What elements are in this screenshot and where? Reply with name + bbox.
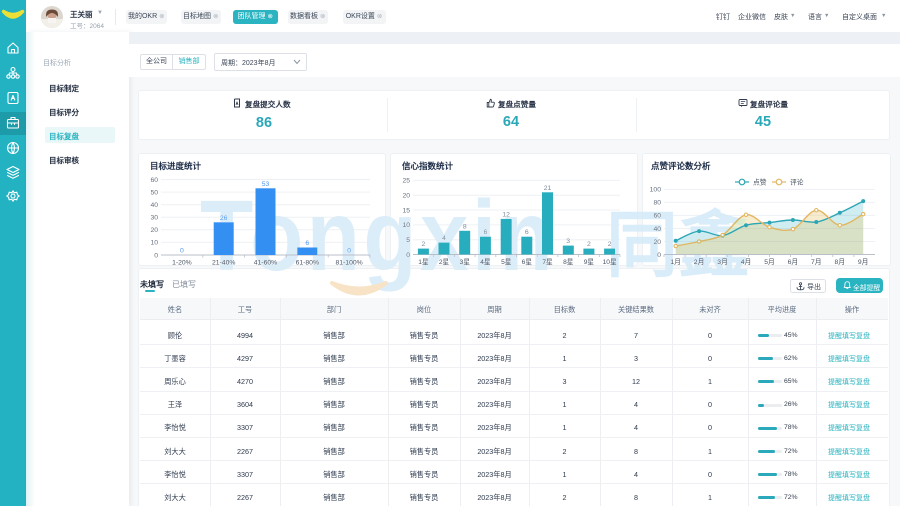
svg-text:25: 25 xyxy=(402,178,410,185)
svg-text:53: 53 xyxy=(262,181,270,188)
svg-text:9星: 9星 xyxy=(584,258,595,266)
svg-text:10星: 10星 xyxy=(603,258,617,266)
svg-text:26: 26 xyxy=(220,215,228,222)
svg-text:8: 8 xyxy=(463,223,467,230)
svg-text:20: 20 xyxy=(402,193,410,200)
svg-text:2: 2 xyxy=(422,241,426,248)
svg-text:4: 4 xyxy=(442,235,446,242)
svg-text:60: 60 xyxy=(653,213,661,220)
svg-text:2星: 2星 xyxy=(439,258,450,266)
svg-text:8月: 8月 xyxy=(835,258,846,266)
svg-text:61-80%: 61-80% xyxy=(296,260,319,267)
svg-text:100: 100 xyxy=(650,187,662,194)
svg-text:6月: 6月 xyxy=(788,258,799,266)
svg-text:12: 12 xyxy=(502,211,510,218)
svg-text:5: 5 xyxy=(406,237,410,244)
svg-text:0: 0 xyxy=(657,252,661,259)
svg-text:7星: 7星 xyxy=(542,258,553,266)
svg-text:20: 20 xyxy=(150,227,158,234)
svg-text:21-40%: 21-40% xyxy=(212,260,235,267)
svg-text:9月: 9月 xyxy=(858,258,869,266)
svg-text:6: 6 xyxy=(484,229,488,236)
svg-text:21: 21 xyxy=(544,185,552,192)
svg-text:7月: 7月 xyxy=(811,258,822,266)
svg-text:1星: 1星 xyxy=(418,258,429,266)
svg-text:1月: 1月 xyxy=(670,258,681,266)
svg-text:30: 30 xyxy=(150,215,158,222)
svg-text:5星: 5星 xyxy=(501,258,512,266)
svg-text:6: 6 xyxy=(305,240,309,247)
svg-text:40: 40 xyxy=(150,202,158,209)
svg-text:60: 60 xyxy=(150,177,158,184)
svg-text:3: 3 xyxy=(566,238,570,245)
svg-text:10: 10 xyxy=(150,240,158,247)
svg-text:80: 80 xyxy=(653,200,661,207)
svg-text:3月: 3月 xyxy=(717,258,728,266)
svg-text:6星: 6星 xyxy=(522,258,533,266)
svg-text:1-20%: 1-20% xyxy=(172,260,192,267)
svg-text:15: 15 xyxy=(402,207,410,214)
svg-text:2: 2 xyxy=(608,241,612,248)
svg-text:2月: 2月 xyxy=(694,258,705,266)
svg-text:10: 10 xyxy=(402,222,410,229)
svg-text:0: 0 xyxy=(406,252,410,259)
svg-text:评论: 评论 xyxy=(790,178,804,187)
svg-text:4星: 4星 xyxy=(480,258,491,266)
svg-text:0: 0 xyxy=(180,248,184,255)
svg-text:3星: 3星 xyxy=(460,258,471,266)
svg-text:8星: 8星 xyxy=(563,258,574,266)
svg-text:0: 0 xyxy=(347,248,351,255)
svg-text:点赞: 点赞 xyxy=(753,178,767,187)
svg-text:6: 6 xyxy=(525,229,529,236)
svg-text:2: 2 xyxy=(587,241,591,248)
svg-text:4月: 4月 xyxy=(741,258,752,266)
svg-text:40: 40 xyxy=(653,226,661,233)
svg-text:50: 50 xyxy=(150,189,158,196)
svg-text:41-60%: 41-60% xyxy=(254,260,277,267)
svg-text:81-100%: 81-100% xyxy=(335,260,362,267)
svg-text:0: 0 xyxy=(154,252,158,259)
svg-text:5月: 5月 xyxy=(764,258,775,266)
svg-text:20: 20 xyxy=(653,239,661,246)
